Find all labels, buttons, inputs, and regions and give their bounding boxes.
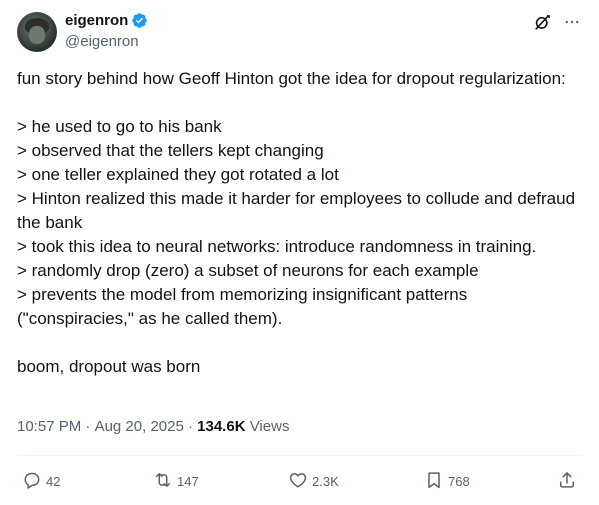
author-display-name[interactable]: eigenron [65, 12, 128, 29]
views-label: Views [249, 418, 290, 435]
like-button[interactable]: 2.3K [288, 470, 339, 493]
tweet-text: fun story behind how Geoff Hinton got th… [17, 67, 582, 379]
tweet-card: eigenron @eigenron fun story behind how … [0, 0, 599, 505]
tweet-line: > prevents the model from memorizing ins… [17, 285, 468, 328]
bookmark-icon [424, 470, 444, 493]
tweet-line: > took this idea to neural networks: int… [17, 237, 537, 256]
retweet-icon [153, 470, 173, 493]
reply-button[interactable]: 42 [22, 470, 60, 493]
like-count: 2.3K [312, 474, 339, 489]
tweet-line: fun story behind how Geoff Hinton got th… [17, 69, 566, 88]
author-handle[interactable]: @eigenron [65, 33, 139, 50]
tweet-time[interactable]: 10:57 PM [17, 418, 81, 435]
avatar-face [29, 26, 45, 44]
tweet-line: > he used to go to his bank [17, 117, 222, 136]
more-icon[interactable] [562, 12, 582, 32]
bookmark-button[interactable]: 768 [424, 470, 470, 493]
share-icon [557, 470, 577, 493]
tweet-line: > observed that the tellers kept changin… [17, 141, 324, 160]
tweet-meta: 10:57 PM · Aug 20, 2025 · 134.6K Views [17, 418, 289, 435]
avatar[interactable] [17, 12, 57, 52]
action-bar: 42 147 2.3K 768 [0, 466, 599, 496]
author-name-row[interactable]: eigenron [65, 12, 148, 29]
meta-separator: · [183, 418, 198, 435]
tweet-line: > Hinton realized this made it harder fo… [17, 189, 576, 232]
tweet-line: > one teller explained they got rotated … [17, 165, 339, 184]
divider [17, 455, 582, 456]
top-actions [532, 12, 582, 32]
meta-separator: · [81, 418, 95, 435]
grok-icon[interactable] [532, 12, 552, 32]
reply-count: 42 [46, 474, 61, 489]
verified-badge-icon [131, 12, 148, 29]
tweet-date[interactable]: Aug 20, 2025 [95, 418, 184, 435]
bookmark-count: 768 [448, 474, 470, 489]
retweet-button[interactable]: 147 [153, 470, 199, 493]
reply-icon [22, 470, 42, 493]
share-button[interactable] [557, 470, 577, 493]
tweet-line: > randomly drop (zero) a subset of neuro… [17, 261, 479, 280]
retweet-count: 147 [177, 474, 199, 489]
tweet-line: boom, dropout was born [17, 357, 201, 376]
views-count: 134.6K [197, 418, 246, 435]
like-icon [288, 470, 308, 493]
